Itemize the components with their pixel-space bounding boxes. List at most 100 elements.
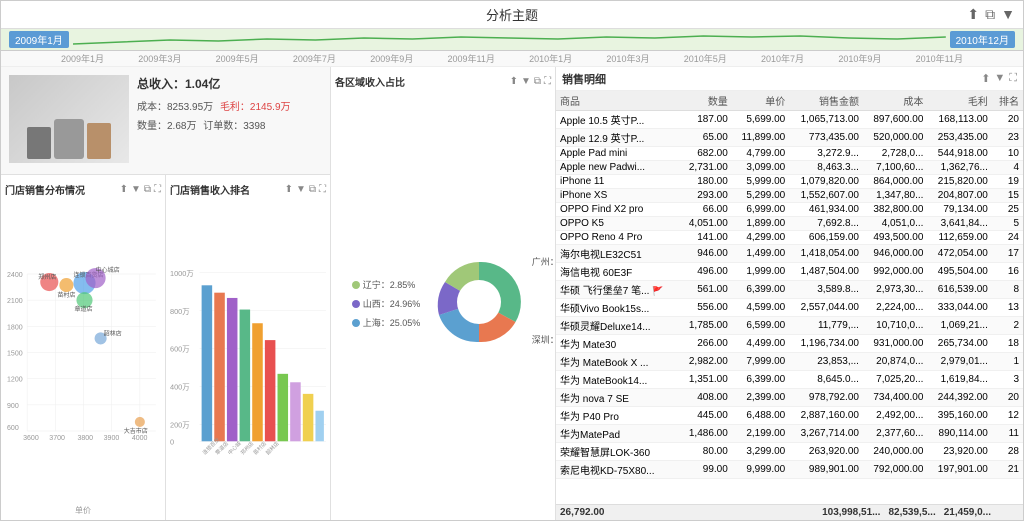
donut-header: 各区域收入占比 ⬆ ▼ ⧉ ⛶ xyxy=(335,71,551,91)
donut-more-icon[interactable]: ⧉ xyxy=(534,76,541,87)
cell-name: iPhone XS xyxy=(556,189,680,203)
cell-rank: 15 xyxy=(992,189,1023,203)
ipad-gold xyxy=(87,123,111,159)
table-row: Apple new Padwi... 2,731.00 3,099.00 8,4… xyxy=(556,161,1023,175)
cell-sales: 8,645.0... xyxy=(789,371,863,389)
cell-name: 华硕灵耀Deluxe14... xyxy=(556,317,680,335)
profit-label: 毛利：2145.9万 xyxy=(220,102,291,113)
product-title: 总收入：1.04亿 xyxy=(137,75,322,92)
cell-name: OPPO Find X2 pro xyxy=(556,203,680,217)
cell-cost: 2,377,60... xyxy=(863,425,927,443)
axis-label-11: 2010年11月 xyxy=(916,52,963,65)
ipad-small xyxy=(27,127,51,159)
cell-profit: 197,901.00 xyxy=(927,461,991,479)
copy-icon[interactable]: ⧉ xyxy=(985,6,995,23)
bar-chain xyxy=(202,285,213,441)
scatter-filter-icon[interactable]: ▼ xyxy=(131,184,141,195)
cell-price: 1,999.00 xyxy=(732,263,789,281)
cell-name: 华为 nova 7 SE xyxy=(556,389,680,407)
sales-table: 商品 数量 单价 销售金额 成本 毛利 排名 Apple 10.5 英寸P...… xyxy=(556,91,1023,479)
svg-text:苗村店: 苗村店 xyxy=(251,440,268,457)
axis-label-5: 2009年11月 xyxy=(447,52,494,65)
table-row: 海信电视 60E3F 496.00 1,999.00 1,487,504.00 … xyxy=(556,263,1023,281)
bar-expand-icon[interactable]: ⛶ xyxy=(319,184,326,195)
cell-sales: 11,779,... xyxy=(789,317,863,335)
bottom-charts: 门店销售分布情况 ⬆ ▼ ⧉ ⛶ 2400 2100 xyxy=(1,175,330,520)
donut-svg xyxy=(424,247,534,357)
scatter-upload-icon[interactable]: ⬆ xyxy=(120,184,128,195)
cell-sales: 23,853,... xyxy=(789,353,863,371)
axis-label-10: 2010年9月 xyxy=(838,52,881,65)
legend-shanxi: 山西：24.96% xyxy=(352,297,421,310)
sales-table-container[interactable]: 商品 数量 单价 销售金额 成本 毛利 排名 Apple 10.5 英寸P...… xyxy=(556,91,1023,504)
table-row: iPhone XS 293.00 5,299.00 1,552,607.00 1… xyxy=(556,189,1023,203)
col-qty: 数量 xyxy=(680,91,732,111)
cell-profit: 112,659.00 xyxy=(927,231,991,245)
sales-upload-icon[interactable]: ⬆ xyxy=(981,72,990,85)
footer-profit: 21,459,0... xyxy=(944,507,991,518)
app-window: 分析主题 ⬆ ⧉ ▼ 2009年1月 2010年12月 2009年1月 2009… xyxy=(0,0,1024,521)
cell-name: Apple new Padwi... xyxy=(556,161,680,175)
svg-text:章道店: 章道店 xyxy=(74,305,92,313)
col-profit: 毛利 xyxy=(927,91,991,111)
cell-price: 6,488.00 xyxy=(732,407,789,425)
axis-label-6: 2010年1月 xyxy=(529,52,572,65)
timeline-sparkline[interactable] xyxy=(73,32,946,48)
sales-filter-icon[interactable]: ▼ xyxy=(994,72,1005,85)
timeline-start[interactable]: 2009年1月 xyxy=(9,31,69,48)
sales-expand-icon[interactable]: ⛶ xyxy=(1009,72,1017,85)
cell-rank: 2 xyxy=(992,317,1023,335)
cell-rank: 21 xyxy=(992,461,1023,479)
table-row: OPPO Reno 4 Pro 141.00 4,299.00 606,159.… xyxy=(556,231,1023,245)
cell-profit: 244,392.00 xyxy=(927,389,991,407)
cell-rank: 19 xyxy=(992,175,1023,189)
cell-name: 华为 P40 Pro xyxy=(556,407,680,425)
table-row: 华为 Mate30 266.00 4,499.00 1,196,734.00 9… xyxy=(556,335,1023,353)
donut-expand-icon[interactable]: ⛶ xyxy=(544,76,551,87)
donut-hole xyxy=(457,280,501,324)
cell-cost: 2,973,30... xyxy=(863,281,927,299)
bar-shaolin xyxy=(265,340,276,441)
upload-icon[interactable]: ⬆ xyxy=(967,6,979,23)
cell-cost: 734,400.00 xyxy=(863,389,927,407)
cell-profit: 1,619,84... xyxy=(927,371,991,389)
cell-qty: 408.00 xyxy=(680,389,732,407)
footer-rank-spacer xyxy=(999,507,1019,518)
timeline-end[interactable]: 2010年12月 xyxy=(950,31,1015,48)
cell-qty: 2,982.00 xyxy=(680,353,732,371)
scatter-expand-icon[interactable]: ⛶ xyxy=(154,184,161,195)
svg-text:3900: 3900 xyxy=(104,435,120,442)
table-row: 华硕Vivo Book15s... 556.00 4,599.00 2,557,… xyxy=(556,299,1023,317)
cell-cost: 1,347,80... xyxy=(863,189,927,203)
cell-sales: 1,196,734.00 xyxy=(789,335,863,353)
cell-profit: 253,435.00 xyxy=(927,129,991,147)
cell-rank: 17 xyxy=(992,245,1023,263)
bar-9 xyxy=(303,394,314,441)
bar-svg: 1000万 800万 600万 400万 200万 0 xyxy=(170,199,326,516)
cell-cost: 240,000.00 xyxy=(863,443,927,461)
cell-qty: 141.00 xyxy=(680,231,732,245)
cell-sales: 1,487,504.00 xyxy=(789,263,863,281)
scatter-more-icon[interactable]: ⧉ xyxy=(144,184,151,195)
svg-text:4000: 4000 xyxy=(132,435,148,442)
axis-label-1: 2009年3月 xyxy=(138,52,181,65)
footer-qty: 26,792.00 xyxy=(560,507,605,518)
footer-sales: 103,998,51... xyxy=(822,507,880,518)
cell-qty: 1,486.00 xyxy=(680,425,732,443)
bar-filter-icon[interactable]: ▼ xyxy=(296,184,306,195)
donut-filter-icon[interactable]: ▼ xyxy=(521,76,531,87)
donut-upload-icon[interactable]: ⬆ xyxy=(510,76,518,87)
bar-upload-icon[interactable]: ⬆ xyxy=(285,184,293,195)
cell-sales: 461,934.00 xyxy=(789,203,863,217)
table-row: 华为 P40 Pro 445.00 6,488.00 2,887,160.00 … xyxy=(556,407,1023,425)
table-row: 荣耀智慧屏LOK-360 80.00 3,299.00 263,920.00 2… xyxy=(556,443,1023,461)
bar-more-icon[interactable]: ⧉ xyxy=(309,184,316,195)
cell-name: 华为MatePad xyxy=(556,425,680,443)
cell-profit: 495,504.00 xyxy=(927,263,991,281)
cell-profit: 395,160.00 xyxy=(927,407,991,425)
filter-icon[interactable]: ▼ xyxy=(1001,6,1015,23)
cell-qty: 1,351.00 xyxy=(680,371,732,389)
cell-price: 9,999.00 xyxy=(732,461,789,479)
table-row: 索尼电视KD-75X80... 99.00 9,999.00 989,901.0… xyxy=(556,461,1023,479)
cell-cost: 2,728,0... xyxy=(863,147,927,161)
